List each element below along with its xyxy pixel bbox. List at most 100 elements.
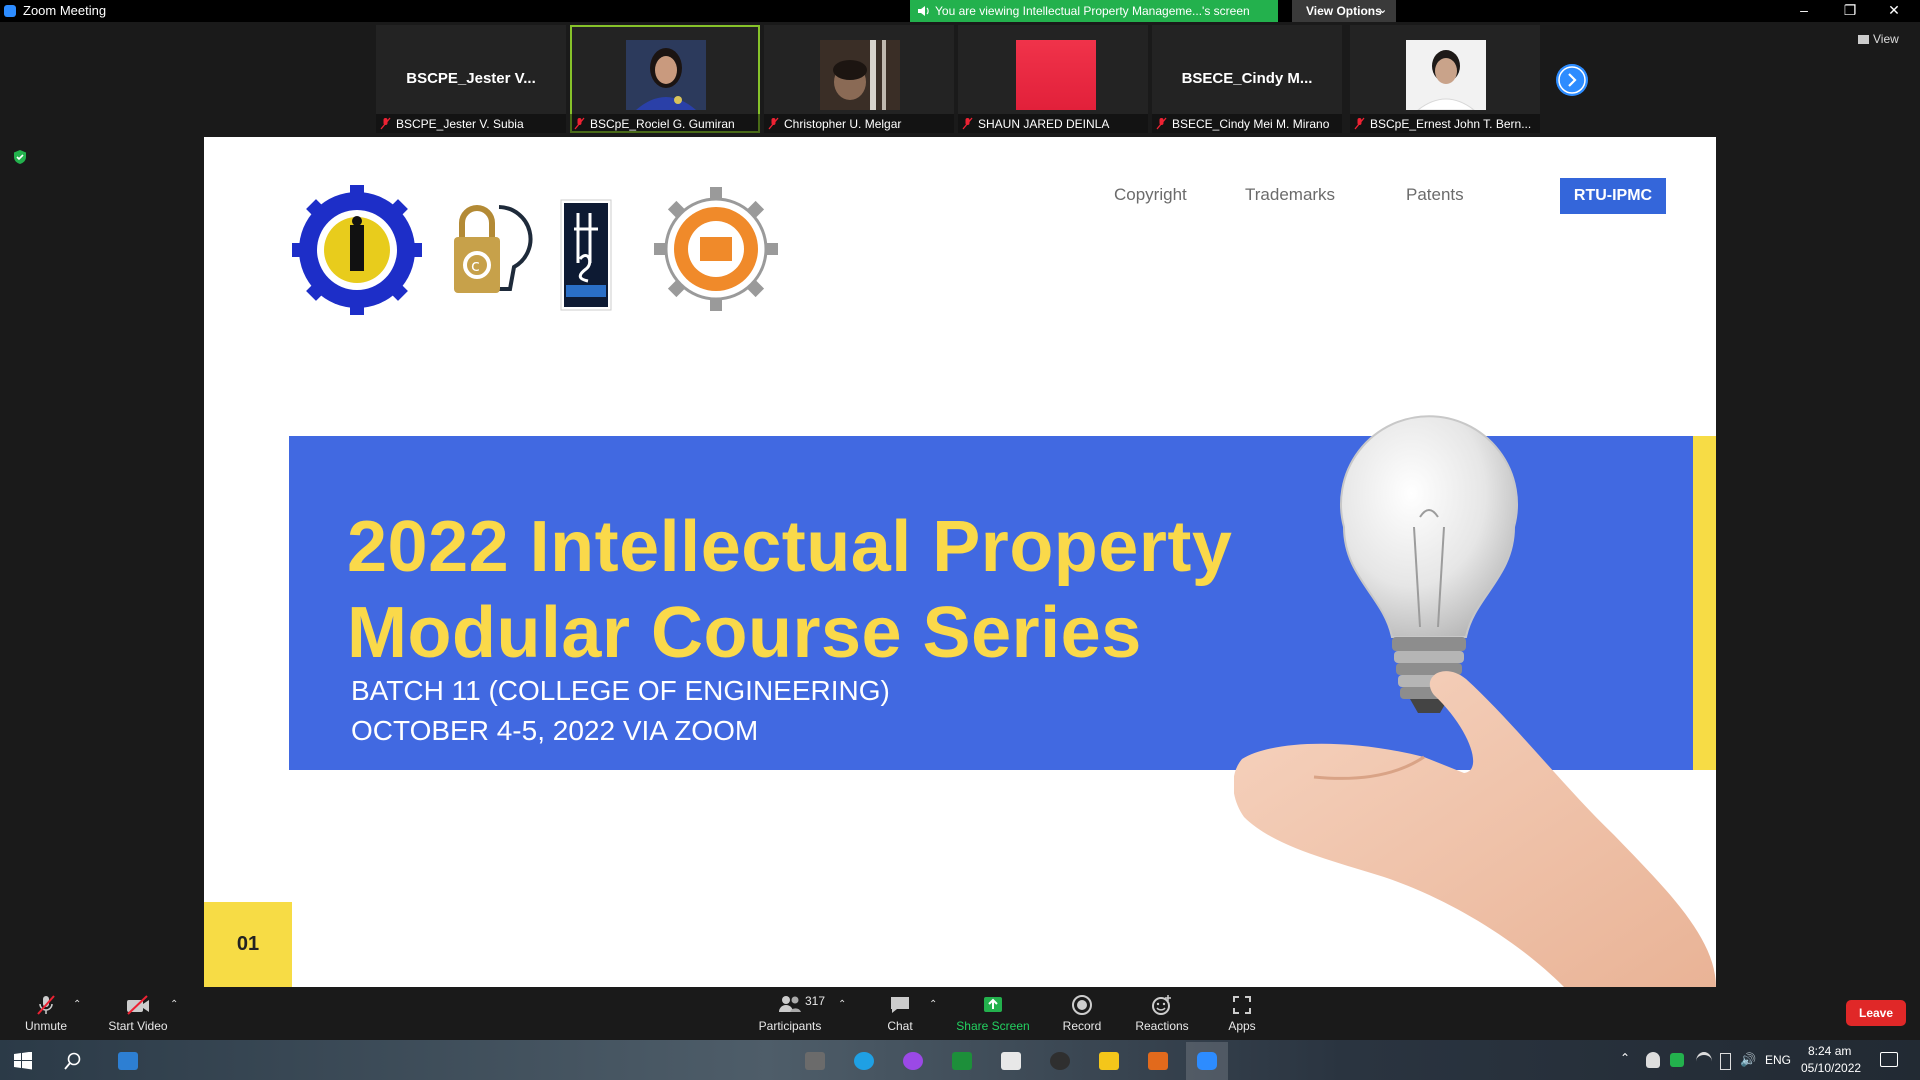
chat-label: Chat xyxy=(887,1019,913,1033)
slide-subtitle-batch: BATCH 11 (COLLEGE OF ENGINEERING) xyxy=(351,675,890,706)
participant-tile[interactable]: BSCpE_Ernest John T. Bern... xyxy=(1350,25,1540,133)
unmute-label: Unmute xyxy=(24,1019,68,1033)
participants-caret-icon[interactable]: ⌃ xyxy=(838,999,846,1010)
volume-icon[interactable]: 🔊 xyxy=(1740,1052,1756,1068)
record-label: Record xyxy=(1062,1019,1102,1033)
apps-icon xyxy=(1233,996,1251,1014)
meeting-toolbar: Unmute ⌃ Start Video ⌃ 317 Participants … xyxy=(0,989,1920,1040)
record-button[interactable]: Record xyxy=(1062,994,1102,1033)
audio-options-caret-icon[interactable]: ⌃ xyxy=(73,999,81,1010)
pinned-app-icon[interactable] xyxy=(118,1052,138,1070)
close-icon[interactable]: ✕ xyxy=(1874,0,1914,22)
leave-meeting-button[interactable]: Leave xyxy=(1846,1000,1906,1026)
start-video-button[interactable]: Start Video xyxy=(106,994,170,1033)
speaker-icon xyxy=(918,6,929,16)
slide-headline-line-2: Modular Course Series xyxy=(347,593,1142,673)
share-screen-icon xyxy=(984,997,1002,1012)
screen-share-banner-text: You are viewing Intellectual Property Ma… xyxy=(935,4,1250,18)
muted-mic-icon xyxy=(1156,117,1167,130)
chat-button[interactable]: Chat xyxy=(880,994,920,1033)
classroom-icon[interactable] xyxy=(952,1052,972,1070)
video-options-caret-icon[interactable]: ⌃ xyxy=(170,999,178,1010)
apps-label: Apps xyxy=(1228,1019,1256,1033)
language-indicator[interactable]: ENG xyxy=(1765,1053,1791,1067)
zoom-taskbar-button[interactable] xyxy=(1186,1042,1228,1080)
participants-icon xyxy=(779,996,801,1012)
participant-photo xyxy=(1406,40,1486,110)
restore-icon[interactable]: ❐ xyxy=(1830,0,1870,22)
record-icon xyxy=(1072,995,1092,1015)
svg-text:c: c xyxy=(471,256,480,275)
chat-caret-icon[interactable]: ⌃ xyxy=(929,999,937,1010)
share-screen-button[interactable]: Share Screen xyxy=(956,994,1030,1033)
participant-tile[interactable]: Christopher U. Melgar xyxy=(764,25,954,133)
obs-icon[interactable] xyxy=(1050,1052,1070,1070)
view-options-label: View Options xyxy=(1306,4,1382,18)
participant-count: 317 xyxy=(805,994,826,1008)
wifi-icon[interactable] xyxy=(1696,1052,1712,1071)
screen-share-banner: You are viewing Intellectual Property Ma… xyxy=(910,0,1278,22)
calculator-icon[interactable] xyxy=(1001,1052,1021,1070)
franchise-logo xyxy=(560,199,612,311)
participant-name-large: BSCPE_Jester V... xyxy=(406,70,536,87)
slide-headline-line-1: 2022 Intellectual Property xyxy=(347,507,1233,587)
muted-mic-icon xyxy=(574,117,585,130)
participant-label: BSCpE_Ernest John T. Bern... xyxy=(1370,117,1532,131)
reactions-button[interactable]: Reactions xyxy=(1134,994,1190,1033)
share-screen-label: Share Screen xyxy=(956,1019,1030,1033)
participant-label: BSECE_Cindy Mei M. Mirano xyxy=(1172,117,1330,131)
participant-tile[interactable]: BSECE_Cindy M... BSECE_Cindy Mei M. Mira… xyxy=(1152,25,1342,133)
clock-date[interactable]: 05/10/2022 xyxy=(1801,1061,1861,1075)
microphone-tray-icon[interactable] xyxy=(1646,1052,1660,1068)
start-video-label: Start Video xyxy=(108,1019,168,1033)
participant-tile[interactable]: SHAUN JARED DEINLA xyxy=(958,25,1148,133)
tray-overflow-icon[interactable]: ⌃ xyxy=(1620,1051,1630,1065)
window-title: Zoom Meeting xyxy=(23,3,107,18)
office-icon[interactable] xyxy=(1148,1052,1168,1070)
messenger-icon[interactable] xyxy=(903,1052,923,1070)
clock-time[interactable]: 8:24 am xyxy=(1808,1044,1851,1058)
participant-name-large: BSECE_Cindy M... xyxy=(1181,70,1313,87)
unmute-button[interactable]: Unmute xyxy=(22,994,70,1033)
chat-icon xyxy=(891,997,909,1013)
video-off-icon xyxy=(127,995,149,1015)
battery-icon[interactable] xyxy=(1720,1053,1731,1070)
view-options-button[interactable]: View Options ⌄ xyxy=(1292,0,1396,22)
reactions-smiley-icon xyxy=(1152,995,1171,1015)
participants-button[interactable]: 317 Participants xyxy=(756,994,826,1033)
title-bar: Zoom Meeting You are viewing Intellectua… xyxy=(0,0,1920,22)
nav-link-trademarks[interactable]: Trademarks xyxy=(1245,185,1335,205)
edge-browser-icon[interactable] xyxy=(854,1052,874,1070)
muted-mic-icon xyxy=(380,117,391,130)
view-layout-button[interactable]: View xyxy=(1858,32,1899,46)
chevron-down-icon: ⌄ xyxy=(1378,4,1388,16)
slide-page-number: 01 xyxy=(204,902,292,987)
participant-photo xyxy=(626,40,706,110)
rtu-ipmc-button[interactable]: RTU-IPMC xyxy=(1560,178,1666,214)
pen-app-icon[interactable] xyxy=(805,1052,825,1070)
participant-label: Christopher U. Melgar xyxy=(784,117,902,131)
apps-button[interactable]: Apps xyxy=(1222,994,1262,1033)
participant-tile-active-speaker[interactable]: BSCpE_Rociel G. Gumiran xyxy=(570,25,760,133)
next-page-arrow-icon[interactable] xyxy=(1556,64,1588,96)
search-icon[interactable] xyxy=(64,1052,82,1070)
participant-tile[interactable]: BSCPE_Jester V... BSCPE_Jester V. Subia xyxy=(376,25,566,133)
encryption-shield-icon[interactable] xyxy=(12,149,28,165)
zoom-app-icon xyxy=(4,5,16,17)
minimize-icon[interactable]: – xyxy=(1784,0,1824,22)
zoom-taskbar-icon xyxy=(1197,1052,1217,1070)
nav-link-patents[interactable]: Patents xyxy=(1406,185,1464,205)
grid-icon xyxy=(1858,35,1869,44)
notifications-icon[interactable] xyxy=(1880,1052,1898,1067)
security-tray-icon[interactable] xyxy=(1670,1053,1684,1067)
participant-label: BSCpE_Rociel G. Gumiran xyxy=(590,117,735,131)
participant-label: BSCPE_Jester V. Subia xyxy=(396,117,524,131)
windows-start-icon[interactable] xyxy=(14,1052,32,1070)
copyright-lightbulb-logo: c xyxy=(454,205,533,293)
muted-mic-icon xyxy=(962,117,973,130)
sticky-notes-icon[interactable] xyxy=(1099,1052,1119,1070)
muted-mic-icon xyxy=(1354,117,1365,130)
participant-avatar xyxy=(1016,40,1096,110)
nav-link-copyright[interactable]: Copyright xyxy=(1114,185,1187,205)
view-label: View xyxy=(1873,32,1899,46)
